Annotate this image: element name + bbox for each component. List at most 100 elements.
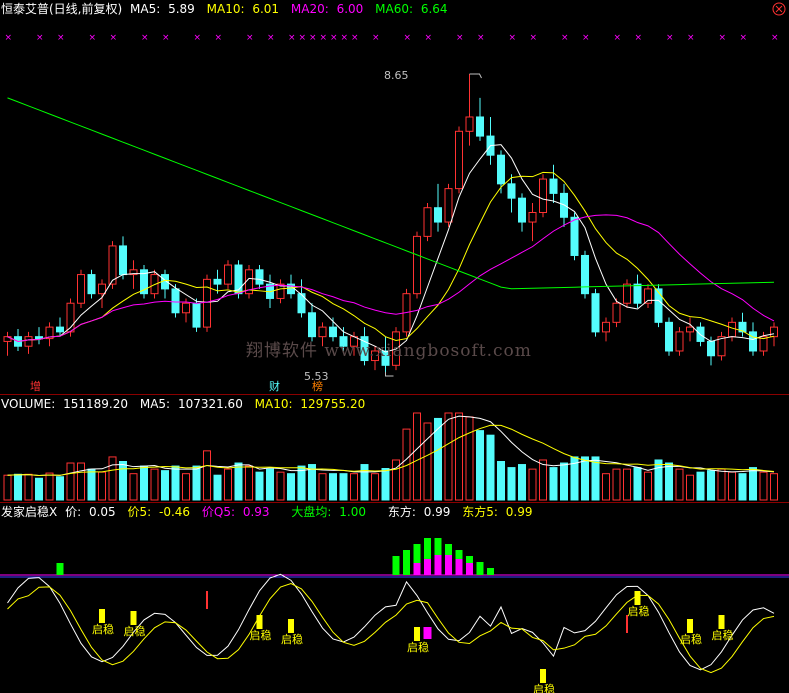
signal-marker: × <box>36 33 44 43</box>
signal-marker: × <box>509 33 517 43</box>
volume-bar <box>444 412 453 501</box>
candle <box>35 336 43 340</box>
price-chart[interactable]: × × × × × × × × × × × × × × × × × × × × × × × × × × × × × × × × × × <box>0 0 789 394</box>
indicator-bar-green <box>56 563 64 575</box>
magenta-signal <box>423 627 432 639</box>
volume-bar <box>686 474 694 501</box>
candle <box>570 216 579 256</box>
signal-bar <box>687 619 693 633</box>
signal-bar <box>634 591 641 605</box>
candle <box>539 178 547 213</box>
candle <box>465 116 474 132</box>
indicator-bar-magenta <box>445 555 452 575</box>
volume-bar <box>413 412 421 501</box>
volume-bar <box>644 471 652 501</box>
candle <box>591 293 600 333</box>
volume-bar <box>161 470 169 501</box>
high-pointer <box>469 73 482 79</box>
signal-label: 启稳 <box>92 622 114 636</box>
signal-marker: × <box>162 33 170 43</box>
volume-bar <box>717 468 726 501</box>
volume-bar <box>476 430 484 501</box>
volume-bar <box>518 464 526 501</box>
volume-bar <box>381 468 390 501</box>
candle <box>423 207 432 237</box>
candle <box>413 235 421 295</box>
candle <box>675 331 684 352</box>
volume-bar <box>108 456 117 501</box>
signal-label: 启稳 <box>281 632 303 646</box>
candle <box>476 116 484 137</box>
volume-bar <box>3 474 12 501</box>
candle <box>749 331 757 352</box>
volume-bar <box>224 468 232 501</box>
high-price-label: 8.65 <box>384 69 409 82</box>
volume-bar <box>182 473 190 501</box>
volume-bar <box>497 461 505 501</box>
volume-bar <box>423 422 432 501</box>
candle <box>213 278 222 285</box>
signal-label: 启稳 <box>628 604 650 618</box>
volume-bar <box>738 473 747 501</box>
signal-marker: × <box>425 33 433 43</box>
low-pointer <box>385 372 394 377</box>
signal-marker: × <box>614 33 622 43</box>
volume-bar <box>266 468 274 501</box>
oscillator-signal-line <box>7 583 775 674</box>
indicator-bar-magenta <box>413 563 421 575</box>
signal-marker: × <box>320 33 328 43</box>
candle <box>728 321 736 338</box>
signal-marker: × <box>666 33 674 43</box>
signal-marker: × <box>561 33 569 43</box>
candle <box>644 288 652 304</box>
candle <box>87 274 96 295</box>
volume-bar <box>129 473 138 501</box>
event-tag-财[interactable]: 财 <box>269 378 280 394</box>
candle <box>308 312 316 338</box>
volume-bar <box>707 470 715 501</box>
volume-bar <box>360 464 369 501</box>
candle <box>623 283 631 304</box>
candle <box>434 207 442 223</box>
candle <box>108 245 117 285</box>
signal-label: 启稳 <box>533 682 555 693</box>
signal-marker: × <box>194 33 202 43</box>
volume-bar <box>45 472 54 501</box>
signal-marker: × <box>141 33 149 43</box>
indicator-bar-green <box>403 550 410 575</box>
oscillator-line <box>7 573 775 671</box>
signal-bar <box>99 609 105 623</box>
event-tag-增[interactable]: 增 <box>30 378 41 394</box>
price-panel[interactable]: 恒泰艾普(日线,前复权) MA5: 5.89 MA10: 6.01 MA20: … <box>0 0 789 394</box>
indicator-chart[interactable]: 启稳 启稳 启稳 启稳启稳启稳启稳启稳 启稳 <box>0 503 789 693</box>
signal-label: 启稳 <box>407 640 429 654</box>
indicator-bar-magenta <box>424 559 431 575</box>
indicator-bar-green <box>392 556 400 575</box>
volume-bar <box>350 473 358 501</box>
volume-chart[interactable] <box>0 395 789 502</box>
signal-marker: × <box>299 33 307 43</box>
volume-bar <box>371 473 379 501</box>
signal-marker: × <box>57 33 65 43</box>
candle <box>507 183 516 199</box>
volume-bar <box>539 459 547 501</box>
indicator-bar-green <box>487 568 494 575</box>
candle <box>633 283 642 304</box>
indicator-bar-magenta <box>466 563 473 575</box>
volume-bar <box>87 468 96 501</box>
candle <box>192 302 201 328</box>
signal-label: 启稳 <box>250 628 272 642</box>
indicator-panel[interactable]: 发家启稳X 价: 0.05 价5: -0.46 价Q5: 0.93 大盘均: 1… <box>0 503 789 693</box>
signal-marker: × <box>110 33 118 43</box>
volume-bar <box>339 473 348 501</box>
signal-bar <box>540 669 546 683</box>
volume-bar <box>245 465 253 501</box>
signal-bar <box>288 619 294 633</box>
volume-bar <box>287 473 295 501</box>
candle <box>171 288 180 314</box>
candle <box>665 321 673 352</box>
volume-panel[interactable]: VOLUME: 151189.20 MA5: 107321.60 MA10: 1… <box>0 395 789 502</box>
volume-bar <box>654 459 663 501</box>
candle <box>98 283 106 295</box>
volume-bar <box>728 471 736 501</box>
